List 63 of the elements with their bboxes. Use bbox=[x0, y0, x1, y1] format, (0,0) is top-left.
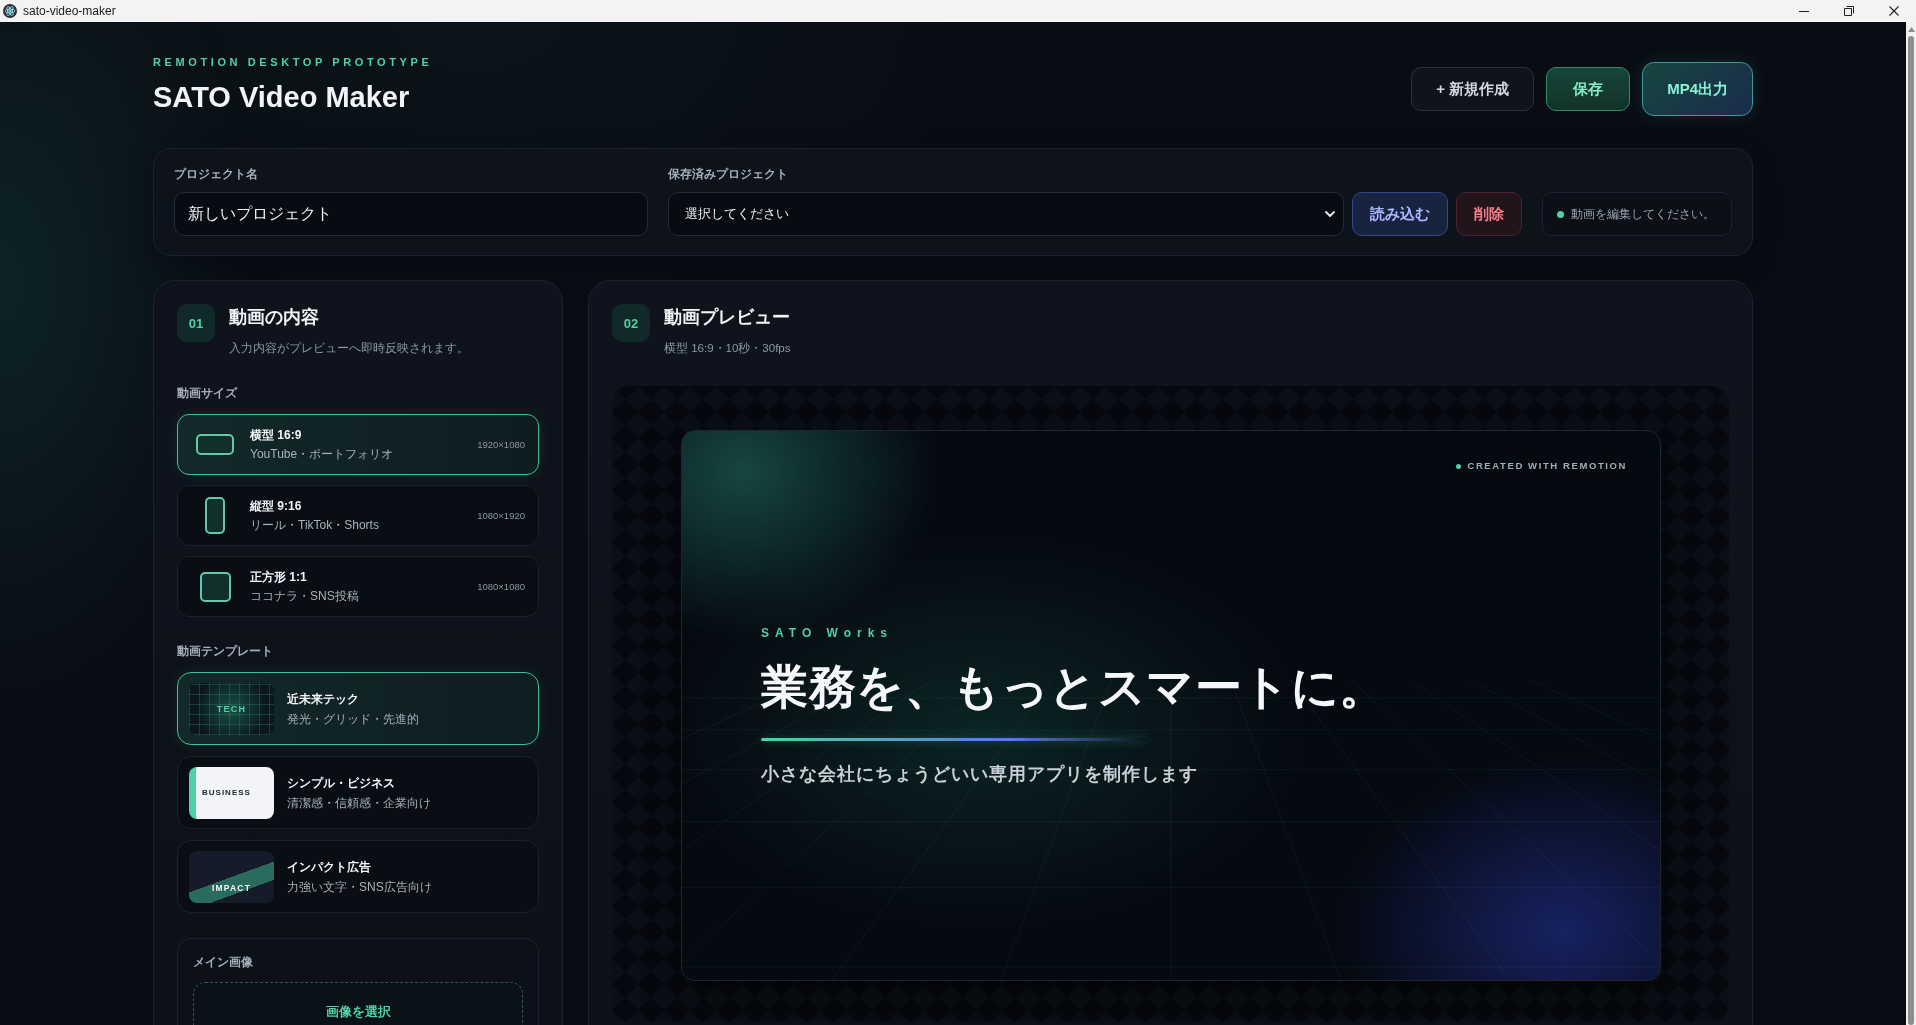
field-label: 保存済みプロジェクト bbox=[668, 167, 788, 182]
section-label: 動画サイズ bbox=[177, 385, 237, 401]
status-dot-icon bbox=[1456, 463, 1462, 469]
delete-button[interactable]: 削除 bbox=[1456, 192, 1522, 236]
project-name-input[interactable]: 新しいプロジェクト bbox=[174, 192, 648, 236]
video-tagline: 小さな会社にちょうどいい専用アプリを制作します bbox=[761, 763, 1198, 786]
saved-project-select[interactable]: 選択してください bbox=[668, 192, 1344, 236]
minimize-icon[interactable] bbox=[1798, 10, 1809, 12]
video-eyebrow: SATO Works bbox=[761, 625, 894, 641]
step-badge: 01 bbox=[177, 304, 215, 342]
image-select-button[interactable]: 画像を選択 bbox=[193, 982, 523, 1025]
option-title: 横型 16:9 bbox=[250, 427, 302, 444]
option-subtitle: ココナラ・SNS投稿 bbox=[250, 589, 359, 604]
panel-subtitle: 入力内容がプレビューへ即時反映されます。 bbox=[229, 341, 469, 356]
template-thumbnail: IMPACT bbox=[189, 850, 274, 903]
option-subtitle: YouTube・ポートフォリオ bbox=[250, 447, 394, 462]
option-title: シンプル・ビジネス bbox=[287, 774, 395, 792]
save-button[interactable]: 保存 bbox=[1546, 67, 1631, 111]
panel-subtitle: 横型 16:9・10秒・30fps bbox=[664, 341, 791, 356]
section-label: メイン画像 bbox=[193, 954, 253, 970]
app-title: SATO Video Maker bbox=[153, 80, 410, 115]
landscape-rectangle-icon bbox=[196, 434, 234, 455]
status-dot-icon bbox=[1557, 210, 1564, 218]
option-title: 縦型 9:16 bbox=[250, 498, 302, 515]
option-title: 正方形 1:1 bbox=[250, 569, 307, 586]
credit-text: CREATED WITH REMOTION bbox=[1467, 460, 1627, 472]
close-icon[interactable] bbox=[1888, 6, 1899, 16]
size-option[interactable]: 横型 16:9 YouTube・ポートフォリオ 1920×1080 bbox=[177, 414, 539, 475]
section-label: 動画テンプレート bbox=[177, 643, 273, 659]
load-button[interactable]: 読み込む bbox=[1352, 192, 1448, 236]
restore-icon[interactable] bbox=[1843, 6, 1854, 16]
resolution-text: 1080×1080 bbox=[477, 581, 525, 592]
template-option[interactable]: IMPACT インパクト広告 力強い文字・SNS広告向け bbox=[177, 840, 539, 913]
step-badge: 02 bbox=[612, 304, 650, 342]
portrait-rectangle-icon bbox=[205, 497, 225, 534]
option-subtitle: 発光・グリッド・先進的 bbox=[287, 711, 419, 727]
template-option[interactable]: BUSINESS シンプル・ビジネス 清潔感・信頼感・企業向け bbox=[177, 756, 539, 829]
template-thumbnail: BUSINESS bbox=[189, 766, 274, 819]
scrollbar-thumb[interactable] bbox=[1908, 36, 1914, 1025]
panel-title: 動画の内容 bbox=[229, 306, 319, 329]
option-title: インパクト広告 bbox=[287, 858, 371, 876]
option-subtitle: 清潔感・信頼感・企業向け bbox=[287, 795, 431, 811]
size-option[interactable]: 正方形 1:1 ココナラ・SNS投稿 1080×1080 bbox=[177, 556, 539, 617]
panel-title: 動画プレビュー bbox=[664, 306, 790, 329]
template-option[interactable]: TECH 近未来テック 発光・グリッド・先進的 bbox=[177, 672, 539, 745]
window-title: sato-video-maker bbox=[23, 4, 116, 18]
status-text: 動画を編集してください。 bbox=[1571, 205, 1715, 223]
size-option[interactable]: 縦型 9:16 リール・TikTok・Shorts 1080×1920 bbox=[177, 485, 539, 546]
scroll-up-icon[interactable] bbox=[1907, 27, 1915, 32]
option-title: 近未来テック bbox=[287, 690, 359, 708]
app-icon bbox=[3, 4, 17, 18]
chevron-down-icon bbox=[1325, 211, 1335, 217]
resolution-text: 1080×1920 bbox=[477, 510, 525, 521]
option-subtitle: リール・TikTok・Shorts bbox=[250, 518, 379, 533]
new-project-button[interactable]: + 新規作成 bbox=[1411, 67, 1535, 111]
video-headline: 業務を、もっとスマートに。 bbox=[761, 659, 1387, 715]
template-thumbnail: TECH bbox=[189, 682, 274, 735]
app-eyebrow: REMOTION DESKTOP PROTOTYPE bbox=[153, 55, 433, 69]
field-label: プロジェクト名 bbox=[174, 167, 258, 182]
option-subtitle: 力強い文字・SNS広告向け bbox=[287, 879, 432, 895]
square-icon bbox=[199, 571, 231, 602]
resolution-text: 1920×1080 bbox=[477, 439, 525, 450]
export-mp4-button[interactable]: MP4出力 bbox=[1642, 62, 1753, 116]
